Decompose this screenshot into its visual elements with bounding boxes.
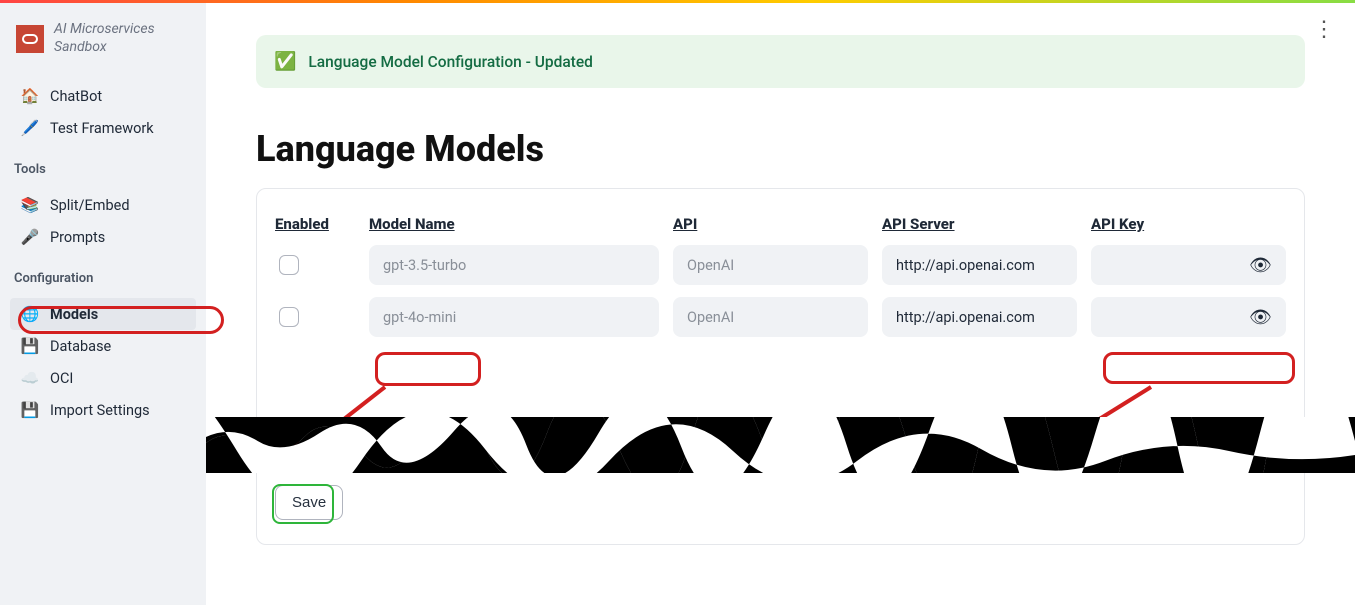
sidebar-item-split-embed[interactable]: 📚 Split/Embed — [10, 189, 196, 221]
books-icon: 📚 — [20, 196, 40, 214]
sidebar-item-oci[interactable]: ☁️ OCI — [10, 362, 196, 394]
col-enabled: Enabled — [275, 215, 355, 233]
main: ⋮ ✅ Language Model Configuration - Updat… — [206, 3, 1355, 605]
eye-icon[interactable]: 👁 — [1249, 255, 1272, 276]
models-panel: Enabled Model Name API API Server API Ke… — [256, 188, 1305, 545]
enabled-checkbox[interactable] — [279, 307, 299, 327]
sidebar-item-test-framework[interactable]: 🖊️ Test Framework — [10, 112, 196, 144]
col-api: API — [673, 215, 868, 233]
brand: AI Microservices Sandbox — [0, 3, 206, 72]
table-row: gpt-4o-mini OpenAI http://api.openai.com… — [275, 297, 1286, 337]
api-key-input[interactable]: 👁 — [1091, 245, 1286, 285]
table-row: gpt-3.5-turbo OpenAI http://api.openai.c… — [275, 245, 1286, 285]
sidebar-item-chatbot[interactable]: 🏠 ChatBot — [10, 80, 196, 112]
api-key-input[interactable]: 👁 — [1091, 297, 1286, 337]
api-input[interactable]: OpenAI — [673, 245, 868, 285]
api-server-input[interactable]: http://127.0.0.1:11434 — [882, 421, 1077, 461]
sidebar-item-label: Models — [50, 306, 98, 323]
checkmark-icon: ✅ — [274, 51, 296, 72]
sidebar-item-label: Test Framework — [50, 120, 154, 137]
page-title: Language Models — [256, 128, 1305, 170]
save-icon: 💾 — [20, 401, 40, 419]
sidebar-item-models[interactable]: 🌐 Models — [10, 298, 196, 330]
col-model: Model Name — [369, 215, 659, 233]
disk-icon: 💾 — [20, 337, 40, 355]
sidebar-item-prompts[interactable]: 🎤 Prompts — [10, 221, 196, 253]
sidebar-item-label: ChatBot — [50, 88, 102, 105]
save-button[interactable]: Save — [275, 485, 343, 520]
sidebar-item-label: Prompts — [50, 229, 105, 246]
api-key-input[interactable]: 👁 — [1091, 421, 1286, 461]
brand-title: AI Microservices Sandbox — [54, 21, 155, 56]
eye-icon[interactable]: 👁 — [1249, 431, 1272, 452]
sidebar-item-import-settings[interactable]: 💾 Import Settings — [10, 394, 196, 426]
sidebar-item-label: Database — [50, 338, 111, 355]
col-key: API Key — [1091, 215, 1286, 233]
col-server: API Server — [882, 215, 1077, 233]
sidebar: AI Microservices Sandbox 🏠 ChatBot 🖊️ Te… — [0, 3, 206, 605]
api-input[interactable]: OpenAI — [673, 297, 868, 337]
sidebar-item-label: Import Settings — [50, 402, 150, 419]
model-name-input[interactable]: gpt-4o-mini — [369, 297, 659, 337]
enabled-checkbox[interactable] — [279, 431, 299, 451]
sidebar-section-configuration: Configuration — [0, 261, 206, 290]
table-row: llama3.1 ChatOllama http://127.0.0.1:114… — [275, 421, 1286, 461]
api-server-input[interactable]: http://api.openai.com — [882, 245, 1077, 285]
eye-icon[interactable]: 👁 — [1249, 307, 1272, 328]
globe-icon: 🌐 — [20, 305, 40, 323]
sidebar-item-database[interactable]: 💾 Database — [10, 330, 196, 362]
model-name-input[interactable]: gpt-3.5-turbo — [369, 245, 659, 285]
home-icon: 🏠 — [20, 87, 40, 105]
cloud-icon: ☁️ — [20, 369, 40, 387]
kebab-menu-icon[interactable]: ⋮ — [1313, 17, 1335, 42]
api-server-input[interactable]: http://api.openai.com — [882, 297, 1077, 337]
table-header: Enabled Model Name API API Server API Ke… — [275, 215, 1286, 233]
brand-logo-icon — [16, 25, 44, 53]
model-name-input[interactable]: llama3.1 — [369, 421, 659, 461]
api-input[interactable]: ChatOllama — [673, 421, 868, 461]
success-toast: ✅ Language Model Configuration - Updated — [256, 35, 1305, 88]
sidebar-section-tools: Tools — [0, 152, 206, 181]
sidebar-item-label: Split/Embed — [50, 197, 130, 214]
toast-text: Language Model Configuration - Updated — [308, 53, 592, 71]
sidebar-item-label: OCI — [50, 370, 73, 387]
enabled-checkbox[interactable] — [279, 255, 299, 275]
microphone-icon: 🎤 — [20, 228, 40, 246]
pen-icon: 🖊️ — [20, 119, 40, 137]
